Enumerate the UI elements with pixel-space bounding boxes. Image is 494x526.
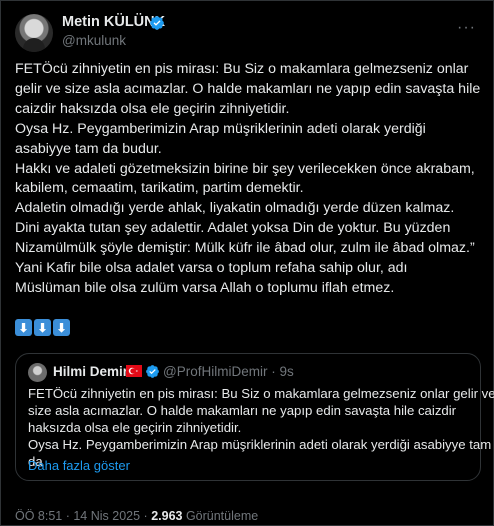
more-icon[interactable]: ··· bbox=[457, 19, 476, 37]
text-line: asabiyye tam da budur. bbox=[15, 140, 162, 157]
show-more-link[interactable]: Daha fazla göster bbox=[28, 458, 130, 473]
arrow-emojis: ⬇ ⬇ ⬇ bbox=[15, 319, 70, 336]
tweet-text: FETÖcü zihniyetin en pis mirası: Bu Siz … bbox=[15, 60, 485, 299]
author-handle[interactable]: @mkulunk bbox=[62, 33, 126, 48]
text-line: Müslüman bile olsa zulüm varsa Allah o t… bbox=[15, 279, 395, 296]
text-line: Nizamülmülk şöyle demiştir: Mülk küfr il… bbox=[15, 240, 475, 257]
view-count: 2.963 bbox=[151, 509, 183, 523]
text-line: haksızda olsa ele geçirin zihniyetidir. bbox=[28, 420, 242, 435]
text-line: Dini ayakta tutan şey adalettir. Adalet … bbox=[15, 220, 451, 237]
quoted-author-name[interactable]: Hilmi Demir bbox=[53, 364, 128, 379]
text-line: caizdir haksızda olsa ele geçirin zihniy… bbox=[15, 100, 290, 117]
text-line: kabilem, cemaatim, tarikatim, partim dem… bbox=[15, 180, 304, 197]
text-line: Yani Kafir bile olsa adalet varsa o topl… bbox=[15, 260, 408, 277]
text-line: FETÖcü zihniyetin en pis mirası: Bu Siz … bbox=[15, 61, 469, 77]
text-line: Oysa Hz. Peygamberimizin Arap müşrikleri… bbox=[28, 437, 492, 452]
verified-badge-icon bbox=[150, 16, 164, 30]
down-arrow-icon: ⬇ bbox=[53, 319, 70, 336]
quoted-tweet[interactable]: Hilmi Demir @ProfHilmiDemir · 9s FETÖcü … bbox=[15, 353, 494, 481]
author-avatar[interactable] bbox=[15, 14, 53, 52]
views-label: Görüntüleme bbox=[182, 509, 259, 523]
quoted-verified-badge-icon bbox=[146, 365, 159, 378]
down-arrow-icon: ⬇ bbox=[15, 319, 32, 336]
text-line: Oysa Hz. Peygamberimizin Arap müşrikleri… bbox=[15, 120, 426, 137]
text-line: Hakkı ve adaleti gözetmeksizin birine bi… bbox=[15, 160, 475, 177]
text-line: Adaletin olmadığı yerde ahlak, liyakatin… bbox=[15, 200, 455, 217]
text-line: gelir ve size asla acımazlar. O halde ma… bbox=[15, 80, 481, 97]
down-arrow-icon: ⬇ bbox=[34, 319, 51, 336]
text-line: size asla acımazlar. O halde makamları n… bbox=[28, 403, 457, 418]
tweet-container: Metin KÜLÜNK @mkulunk ··· FETÖcü zihniye… bbox=[0, 0, 494, 526]
text-line: FETÖcü zihniyetin en pis mirası: Bu Siz … bbox=[28, 386, 494, 401]
quoted-author-avatar[interactable] bbox=[28, 363, 47, 382]
turkey-flag-icon bbox=[126, 365, 142, 377]
quoted-author-handle[interactable]: @ProfHilmiDemir · 9s bbox=[163, 364, 294, 379]
tweet-meta: ÖÖ 8:51 · 14 Nis 2025 · 2.963 Görüntülem… bbox=[15, 509, 258, 523]
tweet-timestamp[interactable]: ÖÖ 8:51 · 14 Nis 2025 · bbox=[15, 509, 151, 523]
